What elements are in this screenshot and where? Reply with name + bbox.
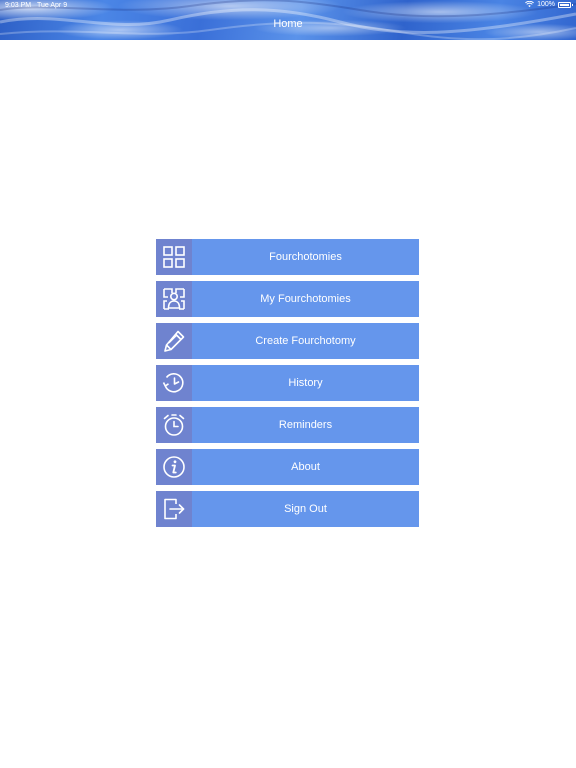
history-icon — [156, 365, 192, 401]
about-label: About — [291, 461, 320, 473]
history-button[interactable]: History — [156, 365, 419, 401]
my-grid-icon — [156, 281, 192, 317]
about-button[interactable]: About — [156, 449, 419, 485]
sign-out-button[interactable]: Sign Out — [156, 491, 419, 527]
home-screen: 9:03 PM Tue Apr 9 100% Home Fourchotomie… — [0, 0, 576, 768]
alarm-clock-icon — [156, 407, 192, 443]
pencil-icon — [156, 323, 192, 359]
reminders-label: Reminders — [278, 419, 333, 431]
sign-out-icon — [156, 491, 192, 527]
header-bar: 9:03 PM Tue Apr 9 100% Home — [0, 0, 576, 40]
grid-icon — [156, 239, 192, 275]
create-fourchotomy-button[interactable]: Create Fourchotomy — [156, 323, 419, 359]
status-indicators: 100% — [525, 1, 573, 8]
info-icon — [156, 449, 192, 485]
my-fourchotomies-label: My Fourchotomies — [260, 293, 351, 305]
battery-percent: 100% — [537, 1, 555, 8]
status-time: 9:03 PM — [5, 2, 32, 9]
fourchotomies-label: Fourchotomies — [269, 251, 342, 263]
reminders-button[interactable]: Reminders — [156, 407, 419, 443]
history-label: History — [288, 377, 323, 389]
main-menu: Fourchotomies My Fourchotomies Create Fo… — [156, 239, 419, 533]
page-title: Home — [273, 18, 303, 30]
create-fourchotomy-label: Create Fourchotomy — [255, 335, 356, 347]
my-fourchotomies-button[interactable]: My Fourchotomies — [156, 281, 419, 317]
wifi-icon — [525, 1, 535, 8]
status-date: Tue Apr 9 — [37, 2, 68, 9]
battery-icon — [558, 1, 573, 8]
sign-out-label: Sign Out — [284, 503, 327, 515]
fourchotomies-button[interactable]: Fourchotomies — [156, 239, 419, 275]
